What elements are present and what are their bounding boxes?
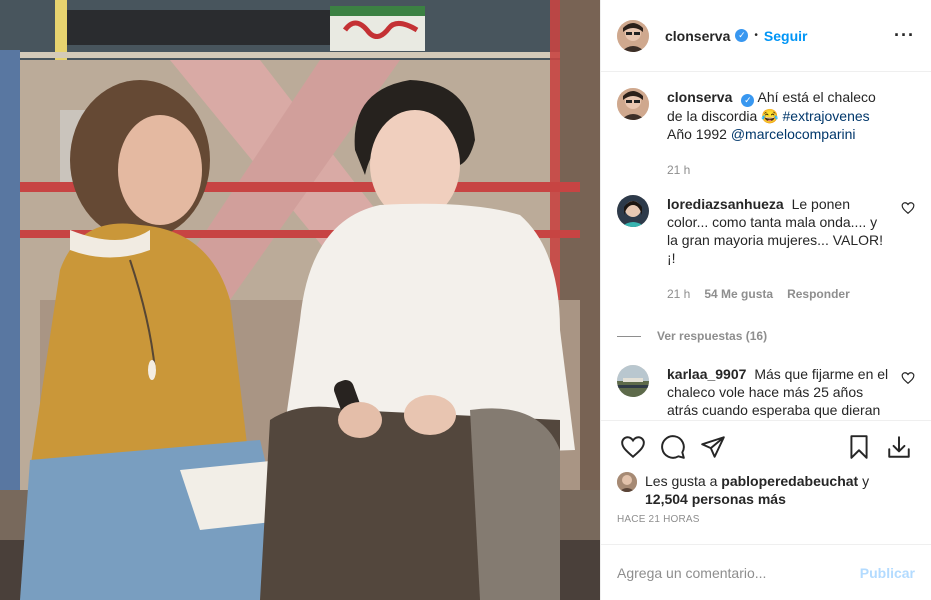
commenter-avatar[interactable] [617, 195, 649, 227]
caption-line2: Año 1992 [667, 126, 727, 142]
caption-time[interactable]: 21 h [667, 161, 690, 179]
caption: clonserva ✓ Ahí está el chaleco de la dis… [617, 88, 915, 179]
comment-button[interactable] [653, 427, 693, 467]
add-comment-bar: Publicar [601, 544, 931, 600]
post-modal: clonserva ✓ • Seguir ··· clonserva ✓ Ahí … [0, 0, 931, 600]
author-avatar[interactable] [617, 19, 649, 52]
commenter-avatar[interactable] [617, 365, 649, 397]
likes-others-count[interactable]: 12,504 personas más [645, 491, 786, 507]
liker-avatar[interactable] [617, 472, 637, 492]
comment-meta: 21 h 54 Me gusta Responder [667, 285, 889, 303]
caption-meta: 21 h [667, 161, 889, 179]
comment-input[interactable] [617, 564, 860, 581]
reply-button[interactable]: Responder [787, 285, 850, 303]
author-username[interactable]: clonserva [665, 28, 730, 44]
comments-list[interactable]: clonserva ✓ Ahí está el chaleco de la dis… [601, 72, 931, 420]
likes-prefix: Les gusta a [645, 473, 718, 489]
post-side-panel: clonserva ✓ • Seguir ··· clonserva ✓ Ahí … [600, 0, 931, 600]
caption-hashtag[interactable]: #extrajovenes [783, 108, 870, 124]
post-actions-bar [601, 420, 931, 472]
separator-dot: • [754, 30, 758, 41]
likes-text: Les gusta a pabloperedabeuchat y 12,504 … [645, 472, 915, 508]
share-button[interactable] [693, 427, 733, 467]
verified-badge-icon: ✓ [735, 29, 749, 42]
comment-likes[interactable]: 54 Me gusta [704, 285, 773, 303]
publish-button[interactable]: Publicar [860, 565, 915, 581]
comment-username[interactable]: lorediazsanhueza [667, 196, 784, 212]
comment-like-heart-icon[interactable] [901, 201, 915, 215]
save-button[interactable] [839, 427, 879, 467]
liker-username[interactable]: pabloperedabeuchat [721, 473, 858, 489]
comment-username[interactable]: karlaa_9907 [667, 366, 746, 382]
post-photo[interactable] [0, 0, 600, 600]
comment-body: karlaa_9907 Más que fijarme en el chalec… [667, 365, 915, 420]
comment-item: karlaa_9907 Más que fijarme en el chalec… [617, 365, 915, 420]
post-timestamp[interactable]: HACE 21 HORAS [601, 508, 931, 536]
view-replies-label[interactable]: Ver respuestas (16) [657, 329, 767, 343]
heart-icon [621, 435, 645, 458]
verified-badge-icon: ✓ [741, 94, 755, 107]
comment-bubble-icon [661, 434, 685, 459]
download-button[interactable] [879, 427, 919, 467]
replies-line [617, 335, 641, 337]
caption-body: clonserva ✓ Ahí está el chaleco de la dis… [667, 88, 915, 179]
likes-conj: y [862, 473, 870, 489]
post-header: clonserva ✓ • Seguir ··· [601, 0, 931, 72]
comment-time[interactable]: 21 h [667, 285, 690, 303]
bookmark-icon [850, 434, 868, 459]
caption-avatar[interactable] [617, 88, 649, 120]
download-icon [888, 435, 910, 458]
comment-like-heart-icon[interactable] [901, 371, 915, 385]
like-button[interactable] [613, 427, 653, 467]
more-options-icon[interactable]: ··· [894, 25, 915, 46]
follow-button[interactable]: Seguir [764, 28, 808, 44]
caption-mention[interactable]: @marcelocomparini [731, 126, 856, 142]
paper-plane-icon [701, 435, 725, 458]
post-image [0, 0, 600, 600]
caption-username[interactable]: clonserva [667, 89, 732, 105]
likes-summary: Les gusta a pabloperedabeuchat y 12,504 … [601, 472, 931, 508]
comment-item: lorediazsanhueza Le ponen color... como … [617, 195, 915, 303]
comment-body: lorediazsanhueza Le ponen color... como … [667, 195, 915, 303]
view-replies-button[interactable]: Ver respuestas (16) [617, 329, 915, 343]
